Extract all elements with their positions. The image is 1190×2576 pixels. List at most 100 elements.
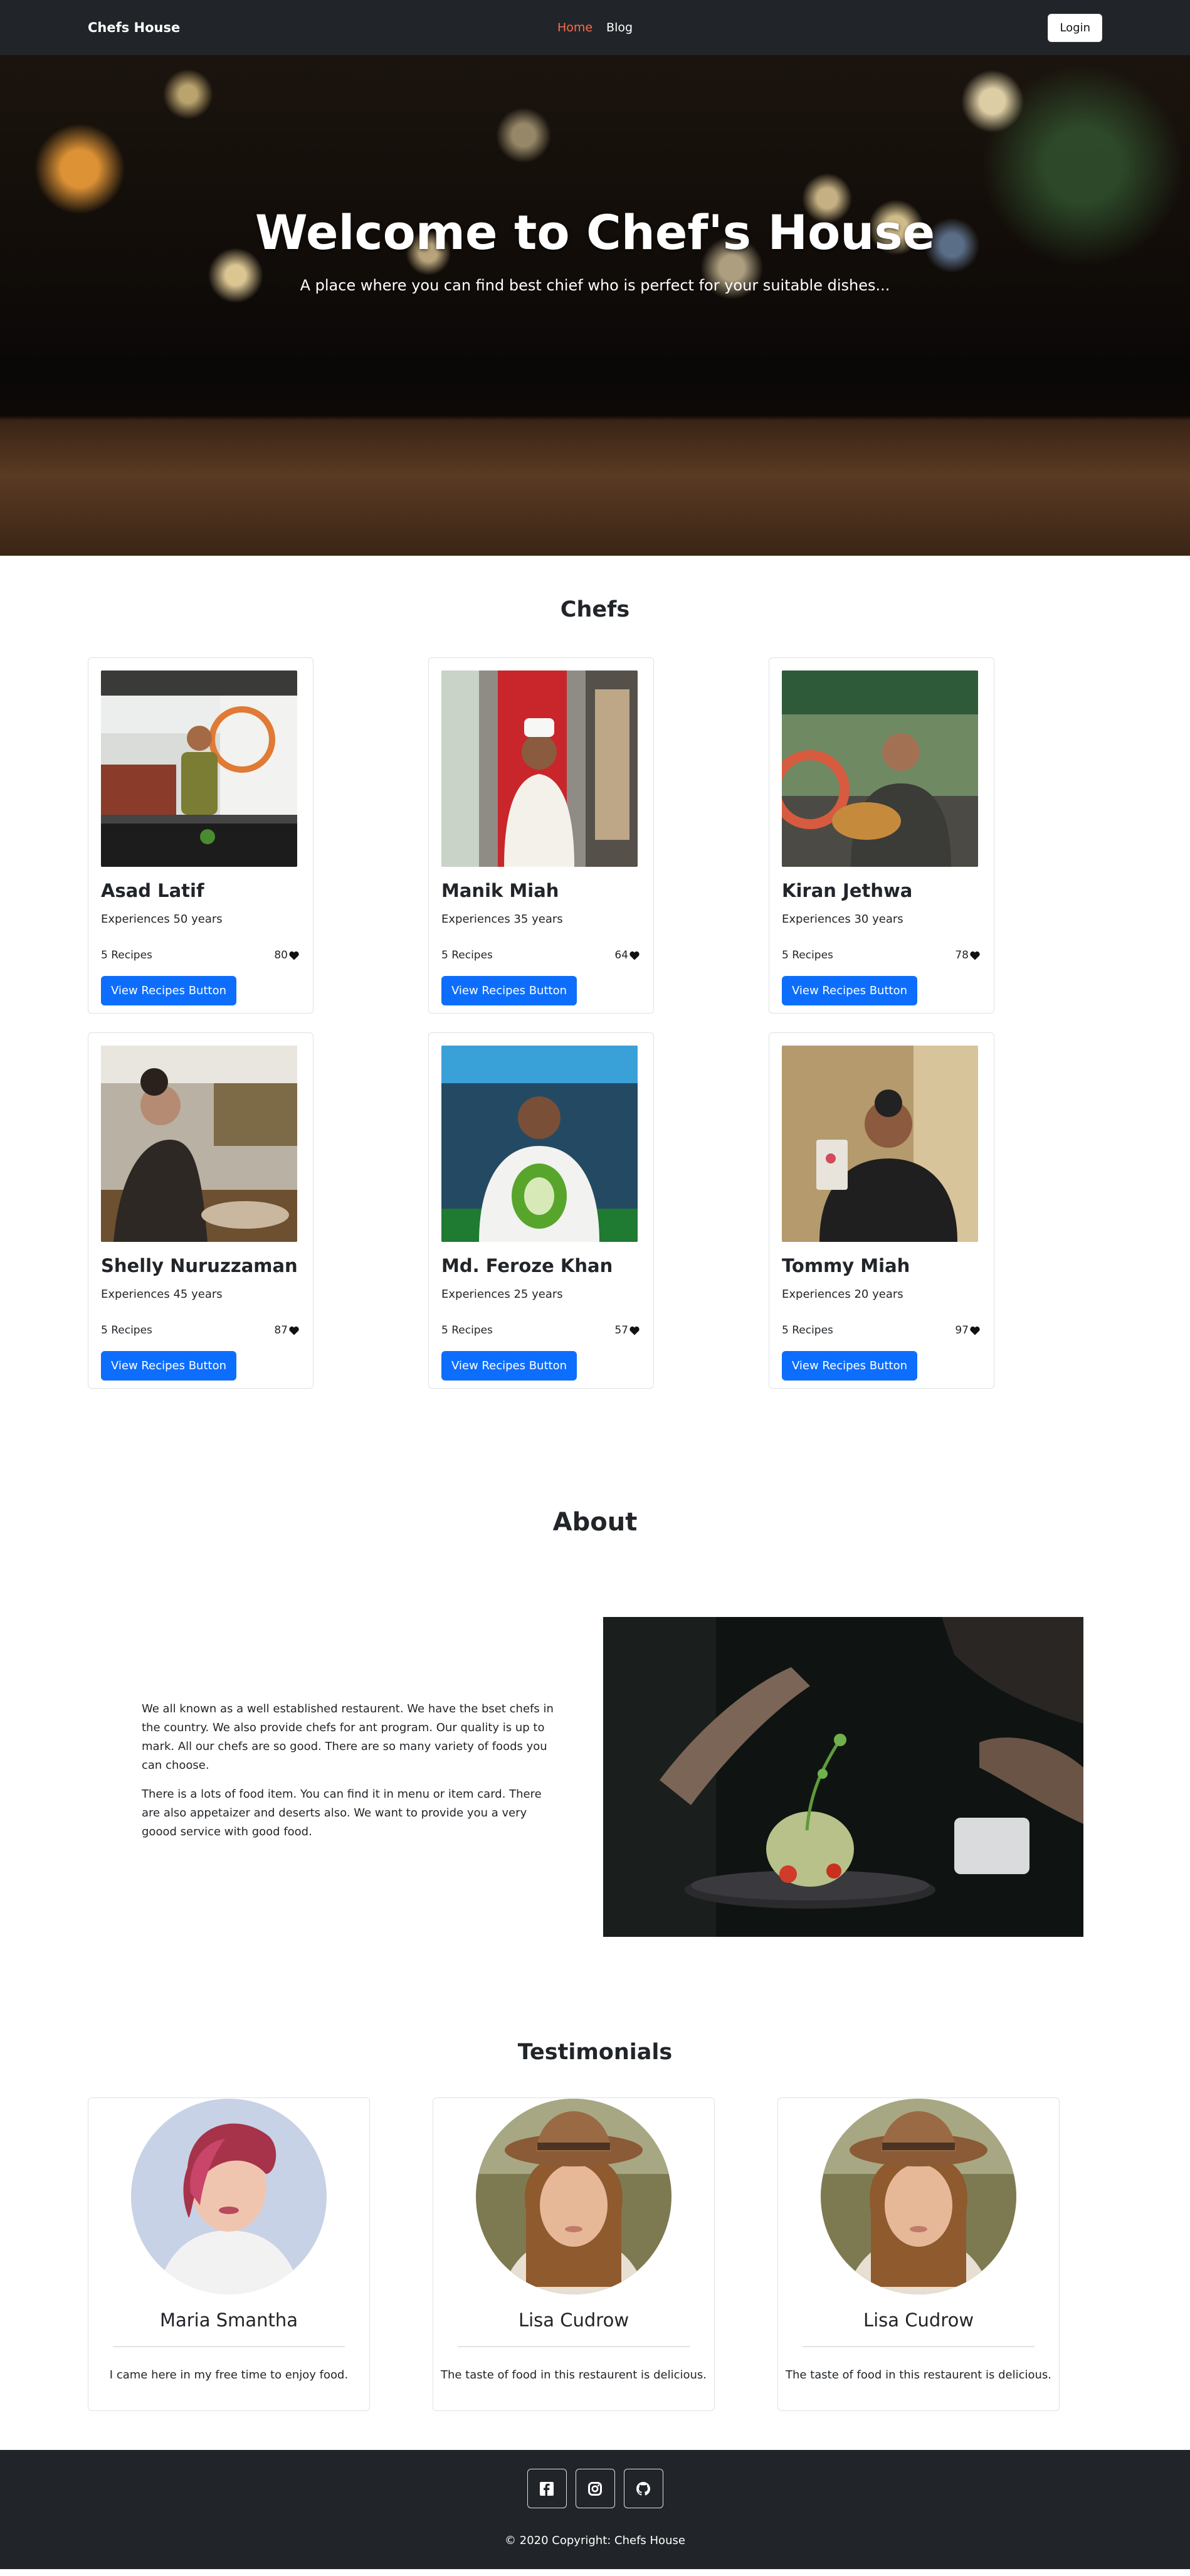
- about-text: We all known as a well established resta…: [142, 1700, 562, 1937]
- brand-logo[interactable]: Chefs House: [88, 20, 180, 35]
- chef-meta: 5 Recipes 87: [101, 1324, 299, 1337]
- heart-icon[interactable]: [629, 1326, 640, 1335]
- testimonials-section: Testimonials Maria Smantha I came here i…: [0, 1937, 1190, 2411]
- heart-icon[interactable]: [970, 1326, 980, 1335]
- testimonial-name: Maria Smantha: [159, 2309, 298, 2331]
- chef-likes: 64: [614, 949, 640, 962]
- heart-icon[interactable]: [629, 951, 640, 960]
- chef-likes-count: 78: [955, 949, 969, 962]
- chef-name: Tommy Miah: [782, 1255, 910, 1276]
- hero-subtitle: A place where you can find best chief wh…: [300, 276, 890, 294]
- chef-likes-count: 87: [274, 1324, 288, 1337]
- testimonial-card: Maria Smantha I came here in my free tim…: [88, 2097, 370, 2411]
- about-row: We all known as a well established resta…: [0, 1617, 1190, 1937]
- chef-likes: 97: [955, 1324, 980, 1337]
- chef-recipes-count: 5 Recipes: [441, 949, 493, 962]
- chef-photo: [101, 671, 297, 867]
- chef-name: Asad Latif: [101, 880, 204, 901]
- chef-likes-count: 97: [955, 1324, 969, 1337]
- chef-card: Tommy Miah Experiences 20 years 5 Recipe…: [769, 1032, 994, 1389]
- hero-title: Welcome to Chef's House: [255, 204, 935, 260]
- view-recipes-button[interactable]: View Recipes Button: [101, 1351, 236, 1381]
- heart-icon[interactable]: [970, 951, 980, 960]
- heart-icon[interactable]: [289, 951, 299, 960]
- chef-experience: Experiences 30 years: [782, 913, 903, 926]
- chef-name: Md. Feroze Khan: [441, 1255, 613, 1276]
- chef-photo: [782, 671, 978, 867]
- chef-likes: 87: [274, 1324, 299, 1337]
- chef-recipes-count: 5 Recipes: [441, 1324, 493, 1337]
- chef-name: Shelly Nuruzzaman: [101, 1255, 298, 1276]
- testimonial-quote: The taste of food in this restaurent is …: [785, 2368, 1052, 2382]
- about-paragraph: We all known as a well established resta…: [142, 1702, 554, 1772]
- chef-photo: [441, 1046, 638, 1242]
- chef-experience: Experiences 20 years: [782, 1288, 903, 1301]
- copyright-text: © 2020 Copyright: Chefs House: [505, 2534, 685, 2547]
- testimonial-quote: I came here in my free time to enjoy foo…: [109, 2368, 349, 2382]
- view-recipes-button[interactable]: View Recipes Button: [782, 976, 917, 1005]
- chef-meta: 5 Recipes 57: [441, 1324, 640, 1337]
- testimonial-card: Lisa Cudrow The taste of food in this re…: [777, 2097, 1060, 2411]
- instagram-icon: [588, 2481, 602, 2496]
- nav-link-blog[interactable]: Blog: [606, 21, 633, 34]
- testimonial-grid: Maria Smantha I came here in my free tim…: [0, 2097, 1190, 2411]
- chef-card: Shelly Nuruzzaman Experiences 45 years 5…: [88, 1032, 313, 1389]
- nav-links: Home Blog: [557, 21, 633, 34]
- about-section: About We all known as a well established…: [0, 1389, 1190, 1937]
- about-paragraph: There is a lots of food item. You can fi…: [142, 1788, 542, 1838]
- chef-card: Asad Latif Experiences 50 years 5 Recipe…: [88, 657, 313, 1014]
- chef-experience: Experiences 50 years: [101, 913, 223, 926]
- chef-meta: 5 Recipes 78: [782, 949, 980, 962]
- hero-banner: Welcome to Chef's House A place where yo…: [0, 55, 1190, 556]
- nav-link-home[interactable]: Home: [557, 21, 592, 34]
- chef-card: Kiran Jethwa Experiences 30 years 5 Reci…: [769, 657, 994, 1014]
- chef-recipes-count: 5 Recipes: [782, 949, 833, 962]
- testimonial-avatar: [476, 2099, 671, 2294]
- heart-icon[interactable]: [289, 1326, 299, 1335]
- chef-card: Md. Feroze Khan Experiences 25 years 5 R…: [428, 1032, 654, 1389]
- divider: [458, 2346, 690, 2347]
- testimonial-quote: The taste of food in this restaurent is …: [440, 2368, 707, 2382]
- chef-photo: [441, 671, 638, 867]
- chef-likes: 78: [955, 949, 980, 962]
- testimonial-name: Lisa Cudrow: [863, 2309, 974, 2331]
- chef-meta: 5 Recipes 80: [101, 949, 299, 962]
- navbar: Chefs House Home Blog Login: [0, 0, 1190, 55]
- facebook-button[interactable]: [527, 2469, 567, 2508]
- github-button[interactable]: [623, 2469, 663, 2508]
- chef-experience: Experiences 35 years: [441, 913, 563, 926]
- divider: [113, 2346, 345, 2347]
- testimonial-avatar: [821, 2099, 1016, 2294]
- chef-meta: 5 Recipes 97: [782, 1324, 980, 1337]
- testimonial-name: Lisa Cudrow: [518, 2309, 629, 2331]
- github-icon: [636, 2481, 650, 2495]
- view-recipes-button[interactable]: View Recipes Button: [441, 976, 577, 1005]
- chef-card: Manik Miah Experiences 35 years 5 Recipe…: [428, 657, 654, 1014]
- view-recipes-button[interactable]: View Recipes Button: [101, 976, 236, 1005]
- about-image: [603, 1617, 1083, 1937]
- instagram-button[interactable]: [575, 2469, 615, 2508]
- view-recipes-button[interactable]: View Recipes Button: [782, 1351, 917, 1381]
- about-title: About: [552, 1508, 638, 1537]
- facebook-icon: [540, 2481, 554, 2496]
- chef-photo: [101, 1046, 297, 1242]
- chef-likes-count: 57: [614, 1324, 628, 1337]
- footer: © 2020 Copyright: Chefs House: [0, 2450, 1190, 2569]
- chef-experience: Experiences 25 years: [441, 1288, 563, 1301]
- chef-recipes-count: 5 Recipes: [782, 1324, 833, 1337]
- chef-experience: Experiences 45 years: [101, 1288, 223, 1301]
- chef-name: Kiran Jethwa: [782, 880, 913, 901]
- view-recipes-button[interactable]: View Recipes Button: [441, 1351, 577, 1381]
- chef-recipes-count: 5 Recipes: [101, 949, 152, 962]
- chef-meta: 5 Recipes 64: [441, 949, 640, 962]
- chef-likes: 80: [274, 949, 299, 962]
- testimonial-card: Lisa Cudrow The taste of food in this re…: [433, 2097, 715, 2411]
- chefs-section: Chefs Asad Latif Experiences 50 years 5 …: [0, 556, 1190, 1389]
- social-links: [527, 2469, 663, 2508]
- chef-name: Manik Miah: [441, 880, 559, 901]
- chef-photo: [782, 1046, 978, 1242]
- chef-likes-count: 64: [614, 949, 628, 962]
- divider: [803, 2346, 1035, 2347]
- login-button[interactable]: Login: [1048, 13, 1102, 42]
- testimonials-title: Testimonials: [517, 2040, 673, 2065]
